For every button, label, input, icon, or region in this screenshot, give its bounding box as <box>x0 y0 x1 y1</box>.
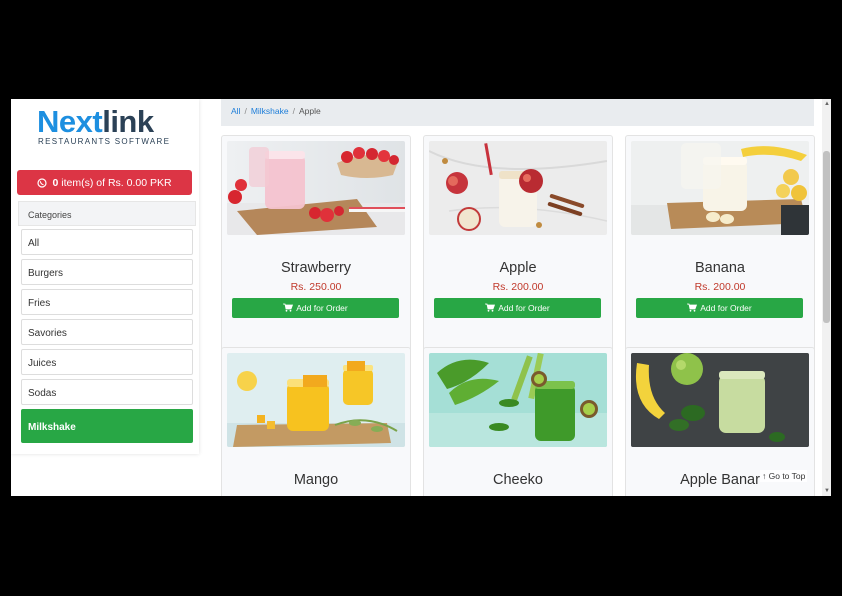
category-milkshake[interactable]: Milkshake <box>21 409 193 443</box>
product-price: Rs. 200.00 <box>492 281 544 293</box>
breadcrumb-current: Apple <box>299 106 321 116</box>
product-price: Rs. 200.00 <box>694 281 746 293</box>
product-name: Mango <box>293 472 339 488</box>
product-image-banana <box>631 141 809 235</box>
breadcrumb-separator: / <box>244 106 247 116</box>
logo-wordmark: Nextlink <box>37 105 187 139</box>
product-card: Cheeko <box>423 347 613 496</box>
category-sodas[interactable]: Sodas <box>21 379 193 405</box>
scroll-up-arrow-icon[interactable]: ▲ <box>824 101 830 107</box>
product-image-mango <box>227 353 405 447</box>
product-name: Banana <box>695 260 745 276</box>
breadcrumb-all[interactable]: All <box>231 106 240 116</box>
breadcrumb-milkshake[interactable]: Milkshake <box>251 106 289 116</box>
product-image-apple-banana <box>631 353 809 447</box>
breadcrumb: All / Milkshake / Apple <box>221 99 814 126</box>
go-to-top-label: Go to Top <box>768 471 806 481</box>
add-for-order-label: Add for Order <box>498 303 550 313</box>
brand-logo[interactable]: Nextlink RESTAURANTS SOFTWARE <box>37 105 187 147</box>
shopping-cart-icon <box>283 303 294 314</box>
arrow-up-icon: ↑ <box>762 471 767 481</box>
product-card: Mango <box>221 347 411 496</box>
product-name: Cheeko <box>493 472 543 488</box>
logo-part-next: Next <box>37 104 103 139</box>
product-price: Rs. 250.00 <box>290 281 342 293</box>
category-burgers[interactable]: Burgers <box>21 259 193 285</box>
category-juices[interactable]: Juices <box>21 349 193 375</box>
product-image-strawberry <box>227 141 405 235</box>
scroll-down-arrow-icon[interactable]: ▼ <box>824 488 830 494</box>
page-scrollbar[interactable]: ▲ ▼ <box>822 99 831 496</box>
go-to-top-link[interactable]: ↑ Go to Top <box>760 470 808 482</box>
breadcrumb-separator: / <box>292 106 295 116</box>
whatsapp-icon <box>37 177 48 188</box>
product-name: Apple <box>499 260 537 276</box>
add-for-order-button[interactable]: Add for Order <box>636 298 803 318</box>
add-for-order-label: Add for Order <box>296 303 348 313</box>
shopping-cart-icon <box>485 303 496 314</box>
logo-part-link: link <box>102 104 154 139</box>
categories-heading: Categories <box>18 201 196 226</box>
add-for-order-button[interactable]: Add for Order <box>434 298 601 318</box>
cart-summary-button[interactable]: 0 item(s) of Rs. 0.00 PKR <box>17 170 192 195</box>
category-all[interactable]: All <box>21 229 193 255</box>
browser-viewport: Nextlink RESTAURANTS SOFTWARE 0 item(s) … <box>11 99 831 496</box>
add-for-order-button[interactable]: Add for Order <box>232 298 399 318</box>
category-fries[interactable]: Fries <box>21 289 193 315</box>
add-for-order-label: Add for Order <box>700 303 752 313</box>
category-list: All Burgers Fries Savories Juices Sodas … <box>21 229 193 447</box>
cart-text: item(s) of Rs. 0.00 PKR <box>61 176 172 189</box>
shopping-cart-icon <box>687 303 698 314</box>
product-image-apple <box>429 141 607 235</box>
logo-tagline: RESTAURANTS SOFTWARE <box>38 137 171 146</box>
product-image-cheeko <box>429 353 607 447</box>
sidebar: Nextlink RESTAURANTS SOFTWARE 0 item(s) … <box>11 99 199 454</box>
category-savories[interactable]: Savories <box>21 319 193 345</box>
scrollbar-thumb[interactable] <box>823 151 830 323</box>
cart-count: 0 <box>52 176 59 189</box>
product-name: Strawberry <box>280 260 352 276</box>
main-content: All / Milkshake / Apple Strawberry Rs. 2… <box>221 99 815 496</box>
